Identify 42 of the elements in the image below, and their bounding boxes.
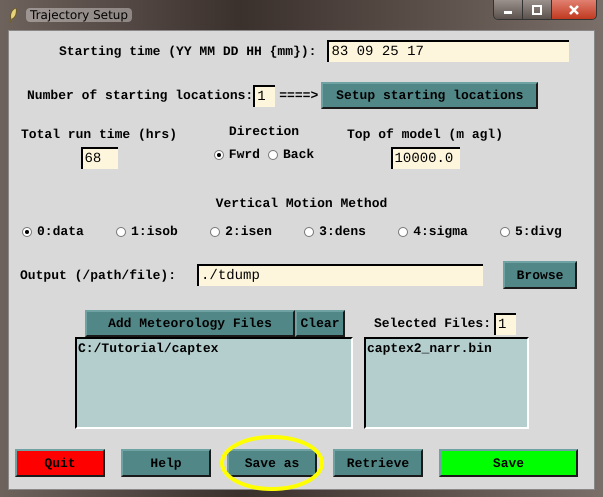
action-button[interactable]: Retrieve — [333, 449, 423, 477]
action-button[interactable]: Quit — [15, 449, 105, 477]
clear-button[interactable]: Clear — [295, 310, 345, 337]
output-field[interactable]: ./tdump — [197, 264, 484, 286]
vertical-motion-radio[interactable]: 3:dens — [304, 224, 398, 239]
action-button[interactable]: Help — [121, 449, 211, 477]
run-time-label: Total run time (hrs) — [20, 127, 178, 142]
vertical-motion-radio[interactable]: 4:sigma — [398, 224, 500, 239]
direction-radio[interactable]: Back — [268, 147, 314, 162]
run-time-field[interactable]: 68 — [80, 147, 118, 169]
close-button[interactable] — [552, 0, 596, 19]
minimize-icon — [504, 11, 512, 14]
window-title: Trajectory Setup — [26, 8, 132, 22]
selected-files-count[interactable]: 1 — [494, 312, 516, 334]
browse-button[interactable]: Browse — [503, 261, 578, 289]
feather-icon — [8, 7, 18, 23]
locations-field[interactable]: 1 — [253, 84, 276, 106]
add-met-files-button[interactable]: Add Meteorology Files — [85, 310, 295, 337]
starting-time-label: Starting time (YY MM DD HH {mm}): — [59, 44, 316, 58]
maximize-icon — [532, 4, 542, 14]
vertical-motion-radio[interactable]: 5:divg — [500, 224, 594, 239]
output-label: Output (/path/file): — [20, 268, 176, 282]
starting-time-field[interactable]: 83 09 25 17 — [327, 40, 570, 62]
top-of-model-label: Top of model (m agl) — [347, 127, 504, 142]
locations-label: Number of starting locations: — [27, 88, 254, 103]
direction-radio[interactable]: Fwrd — [214, 147, 260, 162]
maximize-button[interactable] — [523, 0, 552, 19]
vertical-motion-radio[interactable]: 2:isen — [210, 224, 304, 239]
directory-item[interactable]: C:/Tutorial/captex — [78, 341, 350, 356]
close-icon — [568, 4, 580, 14]
vertical-motion-radio[interactable]: 0:data — [22, 224, 116, 239]
top-of-model-field[interactable]: 10000.0 — [390, 147, 460, 169]
vertical-motion-radio[interactable]: 1:isob — [116, 224, 210, 239]
file-item[interactable]: captex2_narr.bin — [367, 341, 526, 356]
selected-files-label: Selected Files: — [374, 316, 492, 331]
arrow-text: ====> — [279, 88, 318, 103]
action-button[interactable]: Save — [439, 449, 578, 477]
setup-locations-button[interactable]: Setup starting locations — [321, 82, 538, 109]
minimize-button[interactable] — [494, 0, 523, 19]
action-button[interactable]: Save as — [227, 449, 317, 477]
vertical-motion-label: Vertical Motion Method — [216, 196, 388, 211]
direction-label: Direction — [228, 124, 300, 139]
